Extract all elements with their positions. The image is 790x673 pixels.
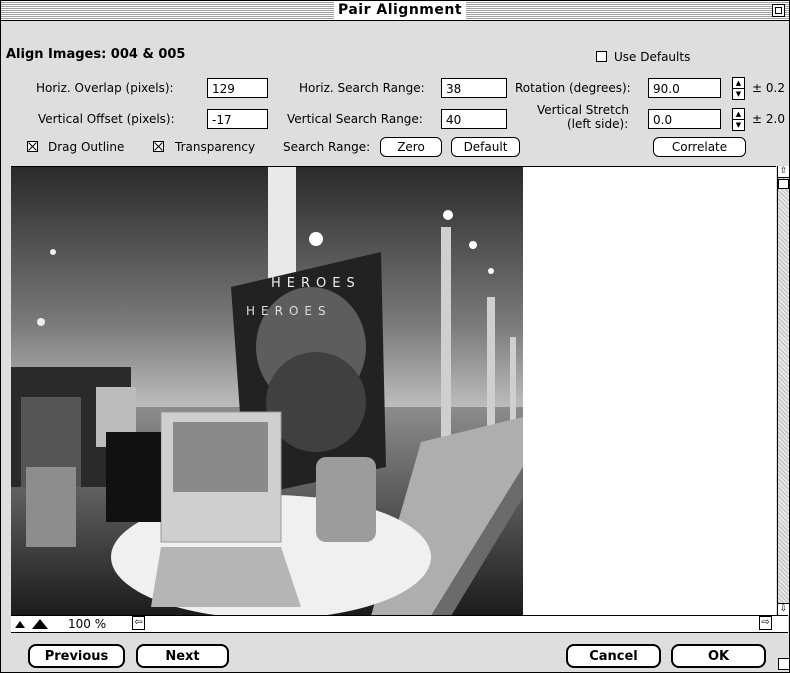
scroll-up-arrow-icon[interactable]: ⇧ (778, 166, 789, 178)
cancel-button[interactable]: Cancel (566, 644, 661, 668)
horiz-search-range-field[interactable]: 38 (441, 78, 507, 98)
scroll-down-arrow-icon[interactable]: ⇩ (778, 603, 789, 615)
align-images-heading: Align Images: 004 & 005 (6, 47, 186, 62)
ok-button[interactable]: OK (671, 644, 766, 668)
transparency-checkbox[interactable] (153, 141, 164, 152)
next-button[interactable]: Next (136, 644, 229, 668)
window-title: Pair Alignment (334, 1, 466, 20)
search-range-label: Search Range: (283, 140, 371, 154)
vertical-stretch-stepper[interactable]: ▲ ▼ (732, 108, 745, 131)
vertical-offset-field[interactable]: -17 (207, 109, 268, 129)
vertical-scrollbar[interactable]: ⇧ ⇩ (777, 166, 789, 615)
rotation-stepper[interactable]: ▲ ▼ (732, 77, 745, 100)
correlate-button[interactable]: Correlate (653, 137, 746, 157)
title-bar[interactable]: Pair Alignment (1, 1, 789, 21)
zero-button[interactable]: Zero (380, 137, 442, 157)
vertical-stretch-tolerance: ± 2.0 (752, 112, 785, 126)
scroll-right-arrow-icon[interactable]: ⇨ (759, 616, 772, 630)
use-defaults-label: Use Defaults (614, 50, 691, 64)
vertical-stretch-label-line2: (left side): (567, 117, 629, 131)
rotation-tolerance: ± 0.2 (752, 81, 785, 95)
zoom-box-icon[interactable] (772, 4, 785, 17)
mountain-small-icon[interactable] (15, 621, 25, 628)
horizontal-scrollbar[interactable] (151, 616, 751, 630)
stepper-down-icon[interactable]: ▼ (733, 120, 744, 130)
default-button[interactable]: Default (451, 137, 520, 157)
viewer-status-bar: 100 % ⇦ ⇨ (11, 615, 788, 633)
stepper-up-icon[interactable]: ▲ (733, 78, 744, 89)
horiz-search-range-label: Horiz. Search Range: (299, 81, 425, 95)
previous-button[interactable]: Previous (28, 644, 125, 668)
stepper-up-icon[interactable]: ▲ (733, 109, 744, 120)
vertical-stretch-label-line1: Vertical Stretch (537, 103, 630, 117)
horiz-overlap-field[interactable]: 129 (207, 78, 268, 98)
mountain-large-icon[interactable] (32, 619, 48, 629)
zoom-level: 100 % (68, 617, 107, 631)
rotation-field[interactable]: 90.0 (648, 78, 721, 98)
aligned-photo[interactable]: HEROES HEROES NE 21 (11, 167, 523, 616)
grow-box-icon[interactable] (778, 658, 789, 670)
rotation-label: Rotation (degrees): (515, 81, 631, 95)
use-defaults-checkbox[interactable] (596, 51, 607, 62)
stepper-down-icon[interactable]: ▼ (733, 89, 744, 99)
pair-alignment-window: Pair Alignment Align Images: 004 & 005 U… (0, 0, 790, 673)
vertical-scroll-thumb[interactable] (778, 179, 789, 189)
image-canvas[interactable]: HEROES HEROES NE 21 (11, 166, 776, 616)
drag-outline-checkbox[interactable] (27, 141, 38, 152)
transparency-label: Transparency (175, 140, 256, 154)
horiz-overlap-label: Horiz. Overlap (pixels): (36, 81, 174, 95)
vertical-offset-label: Vertical Offset (pixels): (38, 112, 175, 126)
vertical-search-range-field[interactable]: 40 (441, 109, 507, 129)
drag-outline-label: Drag Outline (48, 140, 125, 154)
vertical-stretch-field[interactable]: 0.0 (648, 109, 721, 129)
poster-text-1: HEROES (271, 276, 361, 291)
poster-text-2: HEROES (246, 304, 332, 318)
scroll-left-arrow-icon[interactable]: ⇦ (132, 616, 145, 630)
vertical-search-range-label: Vertical Search Range: (287, 112, 423, 126)
